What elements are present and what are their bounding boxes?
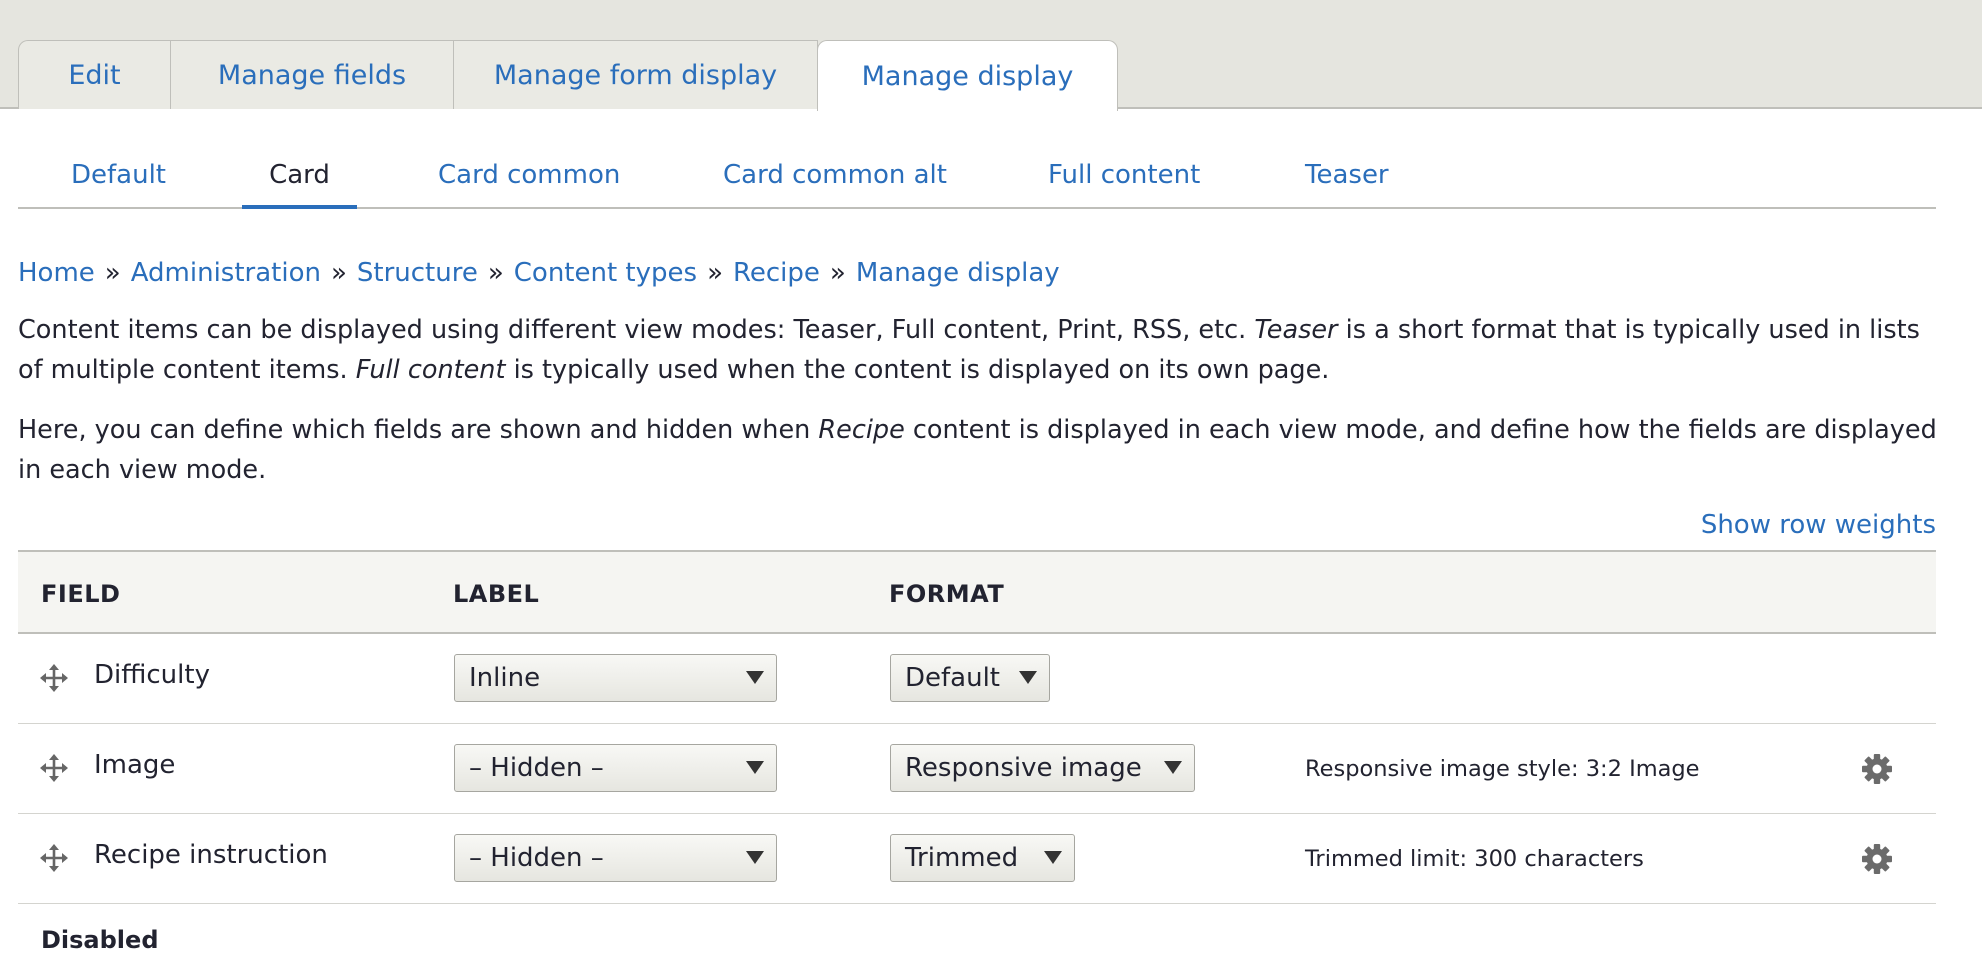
field-name: Recipe instruction xyxy=(94,840,328,870)
tab-full-content[interactable]: Full content xyxy=(1048,150,1200,209)
breadcrumb-separator: » xyxy=(487,258,504,288)
table-row: Image – Hidden – Responsive image Respon… xyxy=(18,724,1936,814)
tab-manage-fields[interactable]: Manage fields xyxy=(170,40,454,109)
help-text-part: is typically used when the content is di… xyxy=(505,355,1330,385)
label-select[interactable]: – Hidden – xyxy=(454,744,777,792)
tab-card-common[interactable]: Card common xyxy=(438,150,620,209)
show-row-weights-link[interactable]: Show row weights xyxy=(1701,510,1936,540)
primary-tabs: Edit Manage fields Manage form display M… xyxy=(0,0,1982,111)
field-name: Difficulty xyxy=(94,660,210,690)
dropdown-arrow-icon xyxy=(1164,761,1182,774)
disabled-section-heading: Disabled xyxy=(41,926,159,954)
dropdown-arrow-icon xyxy=(1044,851,1062,864)
breadcrumb-manage-display[interactable]: Manage display xyxy=(856,258,1060,288)
tab-manage-display[interactable]: Manage display xyxy=(817,40,1118,111)
help-text-part: Content items can be displayed using dif… xyxy=(18,315,1255,345)
gear-icon[interactable] xyxy=(1861,753,1893,785)
tab-manage-form-display[interactable]: Manage form display xyxy=(453,40,818,109)
help-text-fields: Here, you can define which fields are sh… xyxy=(18,410,1938,490)
select-value: Responsive image xyxy=(905,753,1142,783)
table-header: FIELD LABEL FORMAT xyxy=(18,550,1936,634)
formatter-summary: Trimmed limit: 300 characters xyxy=(1305,846,1644,872)
select-value: – Hidden – xyxy=(469,753,604,783)
column-header-format: FORMAT xyxy=(889,580,1005,608)
breadcrumb: Home » Administration » Structure » Content ty… xyxy=(18,258,1060,288)
breadcrumb-administration[interactable]: Administration xyxy=(131,258,321,288)
view-mode-tabs: Default Card Card common Card common alt… xyxy=(18,150,1936,209)
drag-handle-icon[interactable] xyxy=(40,664,68,692)
breadcrumb-recipe[interactable]: Recipe xyxy=(733,258,820,288)
table-row: Recipe instruction – Hidden – Trimmed Tr… xyxy=(18,814,1936,904)
help-text-part: Here, you can define which fields are sh… xyxy=(18,415,819,445)
breadcrumb-home[interactable]: Home xyxy=(18,258,95,288)
label-select[interactable]: Inline xyxy=(454,654,777,702)
formatter-summary: Responsive image style: 3:2 Image xyxy=(1305,756,1700,782)
tab-default[interactable]: Default xyxy=(71,150,166,209)
dropdown-arrow-icon xyxy=(746,671,764,684)
help-text-emphasis: Recipe xyxy=(818,415,905,445)
tab-teaser[interactable]: Teaser xyxy=(1305,150,1389,209)
help-text-emphasis: Full content xyxy=(355,355,506,385)
breadcrumb-separator: » xyxy=(829,258,846,288)
column-header-label: LABEL xyxy=(453,580,540,608)
table-row: Difficulty Inline Default xyxy=(18,634,1936,724)
breadcrumb-separator: » xyxy=(104,258,121,288)
help-text-emphasis: Teaser xyxy=(1254,315,1338,345)
field-name: Image xyxy=(94,750,176,780)
column-header-field: FIELD xyxy=(41,580,121,608)
tab-edit[interactable]: Edit xyxy=(18,40,171,109)
dropdown-arrow-icon xyxy=(1019,671,1037,684)
label-select[interactable]: – Hidden – xyxy=(454,834,777,882)
breadcrumb-content-types[interactable]: Content types xyxy=(514,258,697,288)
drag-handle-icon[interactable] xyxy=(40,754,68,782)
tab-card-common-alt[interactable]: Card common alt xyxy=(723,150,947,209)
help-text-view-modes: Content items can be displayed using dif… xyxy=(18,310,1938,390)
tab-card[interactable]: Card xyxy=(242,150,357,209)
drag-handle-icon[interactable] xyxy=(40,844,68,872)
format-select[interactable]: Trimmed xyxy=(890,834,1075,882)
breadcrumb-separator: » xyxy=(707,258,723,288)
select-value: Inline xyxy=(469,663,541,693)
select-value: Default xyxy=(905,663,1000,693)
select-value: – Hidden – xyxy=(469,843,604,873)
format-select[interactable]: Default xyxy=(890,654,1050,702)
breadcrumb-structure[interactable]: Structure xyxy=(357,258,478,288)
breadcrumb-separator: » xyxy=(330,258,347,288)
format-select[interactable]: Responsive image xyxy=(890,744,1195,792)
select-value: Trimmed xyxy=(905,843,1019,873)
dropdown-arrow-icon xyxy=(746,851,764,864)
dropdown-arrow-icon xyxy=(746,761,764,774)
gear-icon[interactable] xyxy=(1861,843,1893,875)
